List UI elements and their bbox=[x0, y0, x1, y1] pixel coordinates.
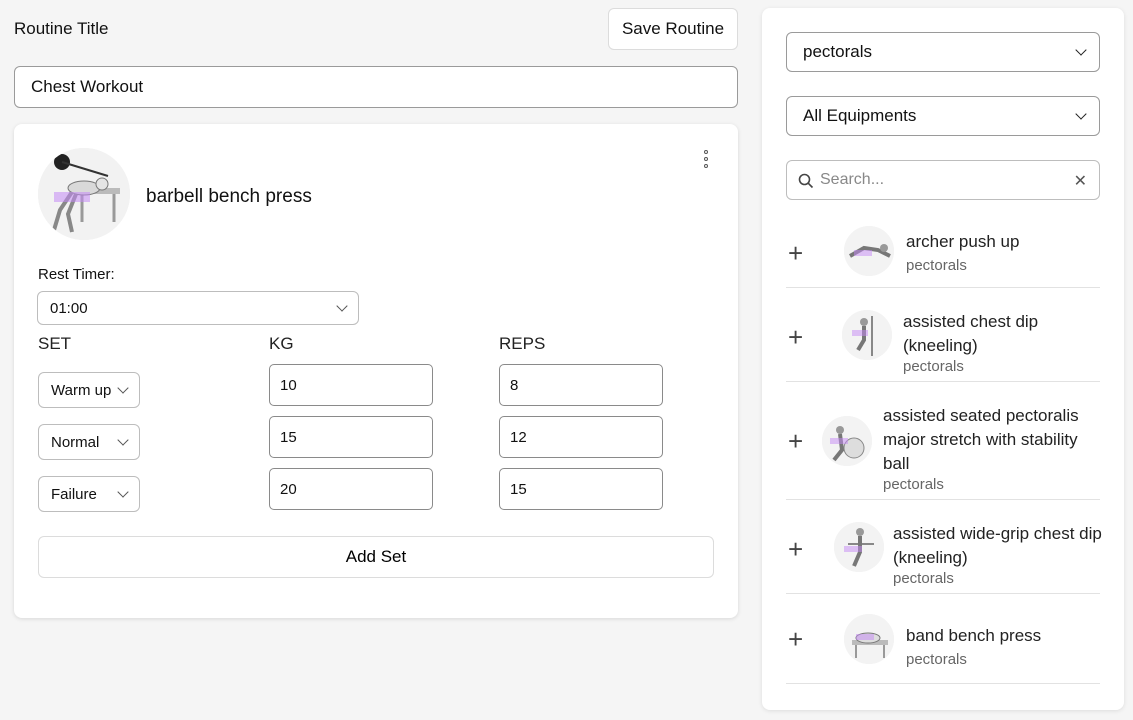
chevron-down-icon bbox=[117, 434, 129, 446]
reps-column-header: REPS bbox=[499, 334, 546, 353]
library-list-item[interactable]: + assisted chest dip (kneeling) pectoral… bbox=[786, 288, 1100, 382]
save-routine-button[interactable]: Save Routine bbox=[608, 8, 738, 50]
exercise-muscle: pectorals bbox=[906, 257, 967, 274]
exercise-thumbnail bbox=[822, 416, 872, 466]
library-list-item[interactable]: + assisted seated pectoralis major stret… bbox=[786, 382, 1100, 500]
exercise-name: assisted chest dip (kneeling) bbox=[903, 312, 1039, 355]
search-placeholder: Search... bbox=[820, 171, 885, 188]
search-icon bbox=[798, 173, 814, 189]
exercise-name: barbell bench press bbox=[146, 186, 312, 207]
add-set-button[interactable]: Add Set bbox=[38, 536, 714, 578]
routine-title-input[interactable]: Chest Workout bbox=[14, 66, 738, 108]
exercise-name: archer push up bbox=[906, 232, 1020, 251]
chevron-down-icon bbox=[1075, 44, 1087, 56]
exercise-thumbnail bbox=[38, 148, 130, 240]
reps-input[interactable]: 12 bbox=[499, 416, 663, 458]
chevron-down-icon bbox=[117, 382, 129, 394]
kg-input[interactable]: 10 bbox=[269, 364, 433, 406]
set-type-value: Failure bbox=[51, 485, 97, 503]
muscle-filter-value: pectorals bbox=[803, 42, 872, 61]
search-input[interactable]: Search... ✕ bbox=[786, 160, 1100, 200]
rest-timer-select[interactable]: 01:00 bbox=[37, 291, 359, 325]
library-list-item[interactable]: + band bench press pectorals bbox=[786, 594, 1100, 684]
bench-press-illustration bbox=[38, 148, 130, 240]
set-type-value: Normal bbox=[51, 433, 100, 451]
exercise-name: assisted seated pectoralis major stretch… bbox=[883, 406, 1079, 473]
routine-title-label: Routine Title bbox=[14, 19, 109, 38]
add-exercise-icon[interactable]: + bbox=[788, 536, 803, 562]
add-exercise-icon[interactable]: + bbox=[788, 428, 803, 454]
chevron-down-icon bbox=[336, 300, 348, 312]
library-list-item[interactable]: + archer push up pectorals bbox=[786, 216, 1100, 288]
exercise-thumbnail bbox=[834, 522, 884, 572]
kg-input[interactable]: 15 bbox=[269, 416, 433, 458]
exercise-name: band bench press bbox=[906, 626, 1042, 645]
chevron-down-icon bbox=[1075, 108, 1087, 120]
exercise-card: barbell bench press Rest Timer: 01:00 SE… bbox=[14, 124, 738, 618]
exercise-thumbnail bbox=[844, 614, 894, 664]
library-list-item[interactable]: + assisted wide-grip chest dip (kneeling… bbox=[786, 500, 1102, 594]
exercise-library-panel: pectorals All Equipments Search... ✕ + a… bbox=[762, 8, 1124, 710]
set-type-value: Warm up bbox=[51, 381, 112, 399]
equipment-filter-select[interactable]: All Equipments bbox=[786, 96, 1100, 136]
more-options-icon[interactable] bbox=[700, 150, 712, 168]
kg-column-header: KG bbox=[269, 334, 294, 353]
rest-timer-value: 01:00 bbox=[50, 299, 88, 317]
set-type-select[interactable]: Normal bbox=[38, 424, 140, 460]
add-exercise-icon[interactable]: + bbox=[788, 324, 803, 350]
exercise-thumbnail bbox=[842, 310, 892, 360]
reps-input[interactable]: 15 bbox=[499, 468, 663, 510]
exercise-name: assisted wide-grip chest dip (kneeling) bbox=[893, 524, 1102, 567]
set-column-header: SET bbox=[38, 334, 72, 353]
add-exercise-icon[interactable]: + bbox=[788, 626, 803, 652]
reps-input[interactable]: 8 bbox=[499, 364, 663, 406]
rest-timer-label: Rest Timer: bbox=[38, 266, 115, 283]
exercise-muscle: pectorals bbox=[903, 358, 964, 375]
equipment-filter-value: All Equipments bbox=[803, 106, 917, 125]
exercise-muscle: pectorals bbox=[906, 651, 967, 668]
exercise-muscle: pectorals bbox=[893, 570, 954, 587]
set-type-select[interactable]: Warm up bbox=[38, 372, 140, 408]
kg-input[interactable]: 20 bbox=[269, 468, 433, 510]
exercise-thumbnail bbox=[844, 226, 894, 276]
add-exercise-icon[interactable]: + bbox=[788, 240, 803, 266]
exercise-muscle: pectorals bbox=[883, 476, 944, 493]
set-type-select[interactable]: Failure bbox=[38, 476, 140, 512]
muscle-filter-select[interactable]: pectorals bbox=[786, 32, 1100, 72]
chevron-down-icon bbox=[117, 486, 129, 498]
clear-search-icon[interactable]: ✕ bbox=[1074, 171, 1087, 191]
